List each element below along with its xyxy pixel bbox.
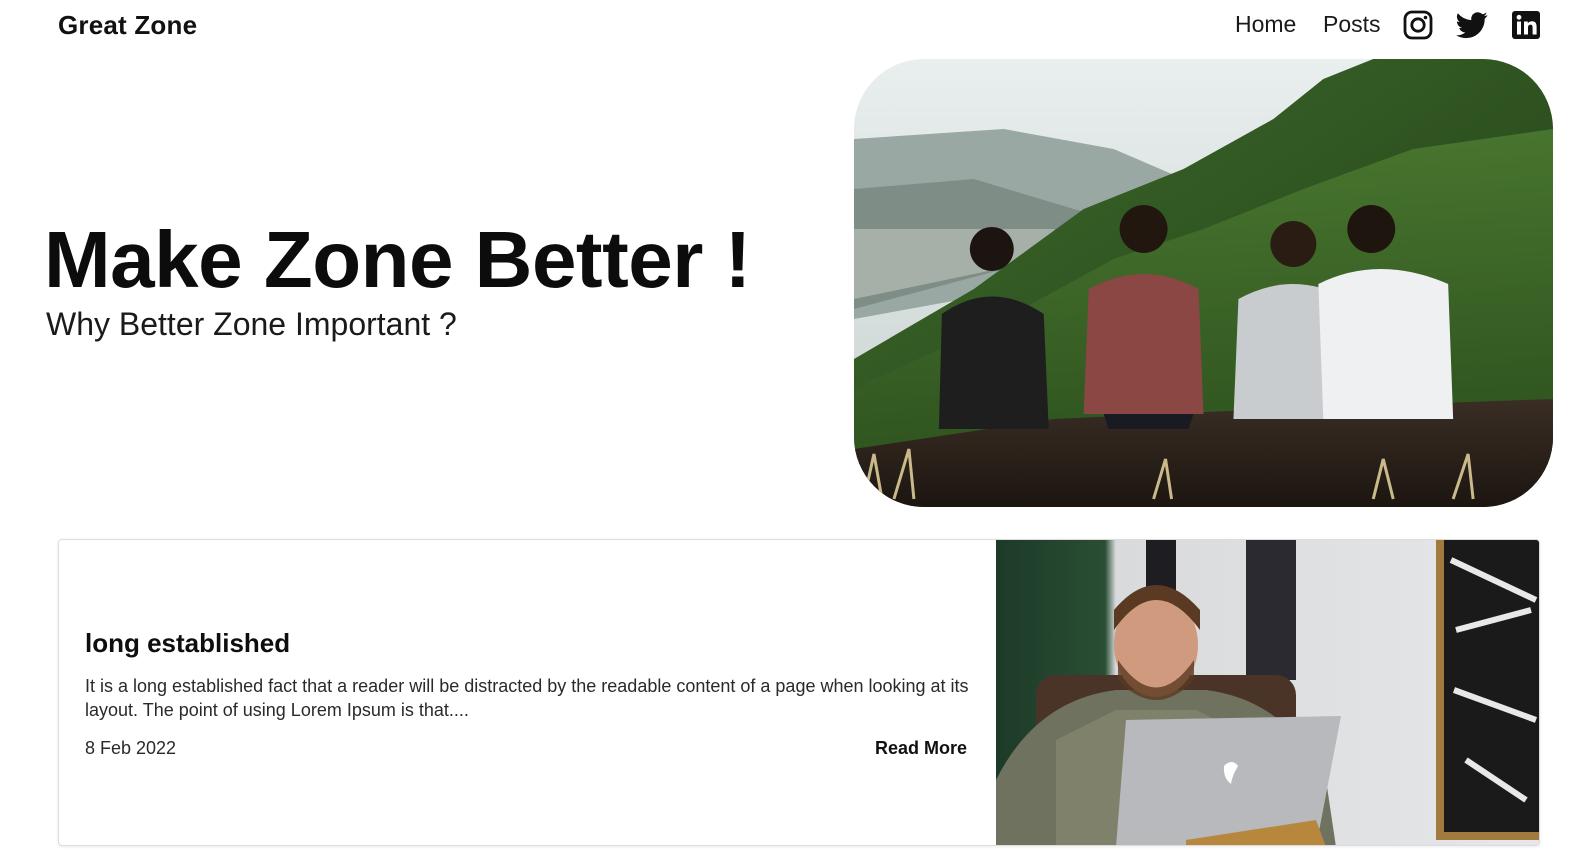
instagram-icon[interactable] xyxy=(1402,9,1434,41)
navbar: Great Zone Home Posts xyxy=(0,0,1592,55)
post-title[interactable]: long established xyxy=(85,628,290,659)
linkedin-icon[interactable] xyxy=(1510,9,1542,41)
twitter-icon[interactable] xyxy=(1456,9,1488,41)
nav-link-posts[interactable]: Posts xyxy=(1323,11,1381,38)
post-image xyxy=(996,540,1539,845)
brand-logo[interactable]: Great Zone xyxy=(58,10,197,41)
post-excerpt: It is a long established fact that a rea… xyxy=(85,676,969,720)
nav-link-home[interactable]: Home xyxy=(1235,11,1296,38)
post-date: 8 Feb 2022 xyxy=(85,738,177,758)
hero-subtitle: Why Better Zone Important ? xyxy=(46,306,457,342)
hero-title: Make Zone Better ! xyxy=(44,215,751,304)
hero-image xyxy=(854,59,1553,507)
read-more-link[interactable]: Read More xyxy=(875,738,967,759)
post-card: long established It is a long establishe… xyxy=(58,539,1540,846)
